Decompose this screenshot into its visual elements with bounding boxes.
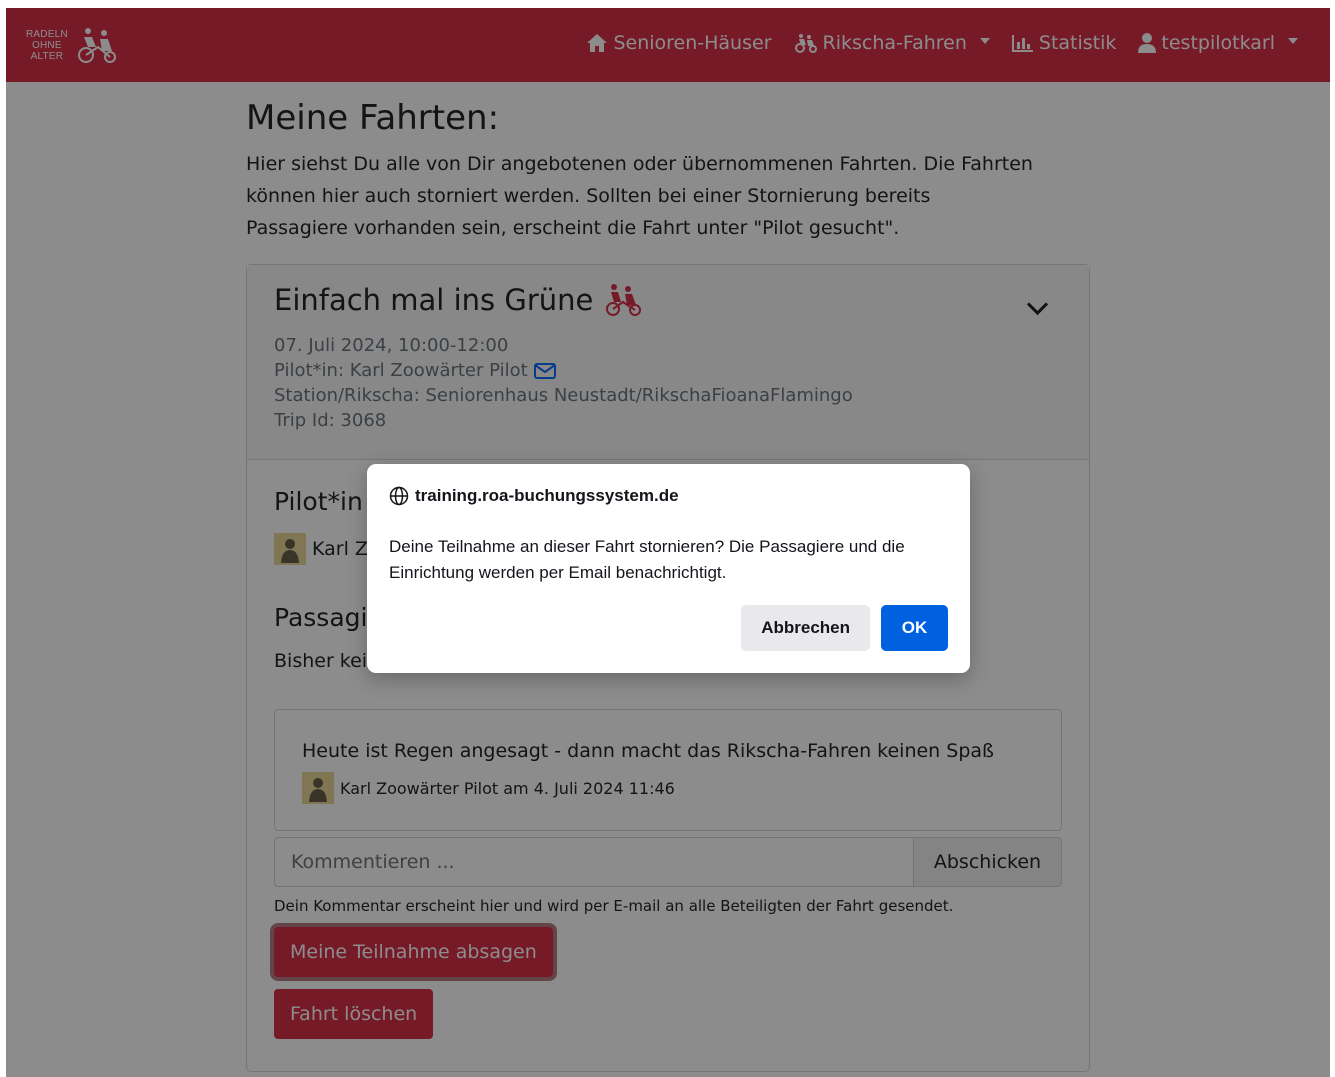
dialog-message: Deine Teilnahme an dieser Fahrt stornier… [389,537,905,582]
dialog-ok-button[interactable]: OK [881,605,948,651]
dialog-buttons: Abbrechen OK [741,605,948,651]
dialog-cancel-button[interactable]: Abbrechen [741,605,870,651]
globe-icon [389,486,409,506]
confirm-dialog: training.roa-buchungssystem.de Deine Tei… [367,464,970,673]
dialog-host-text: training.roa-buchungssystem.de [415,486,679,505]
dialog-host: training.roa-buchungssystem.de [389,486,679,506]
